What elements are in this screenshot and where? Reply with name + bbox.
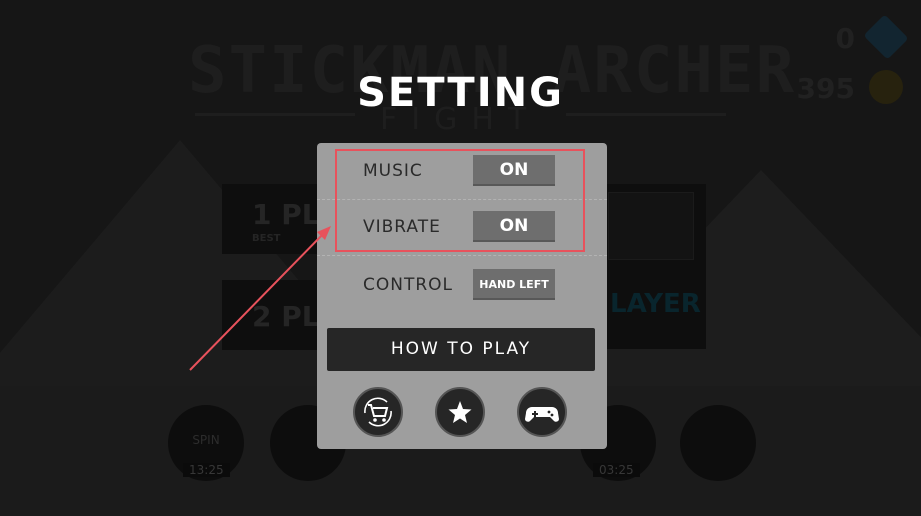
pointer-arrow <box>189 226 331 371</box>
